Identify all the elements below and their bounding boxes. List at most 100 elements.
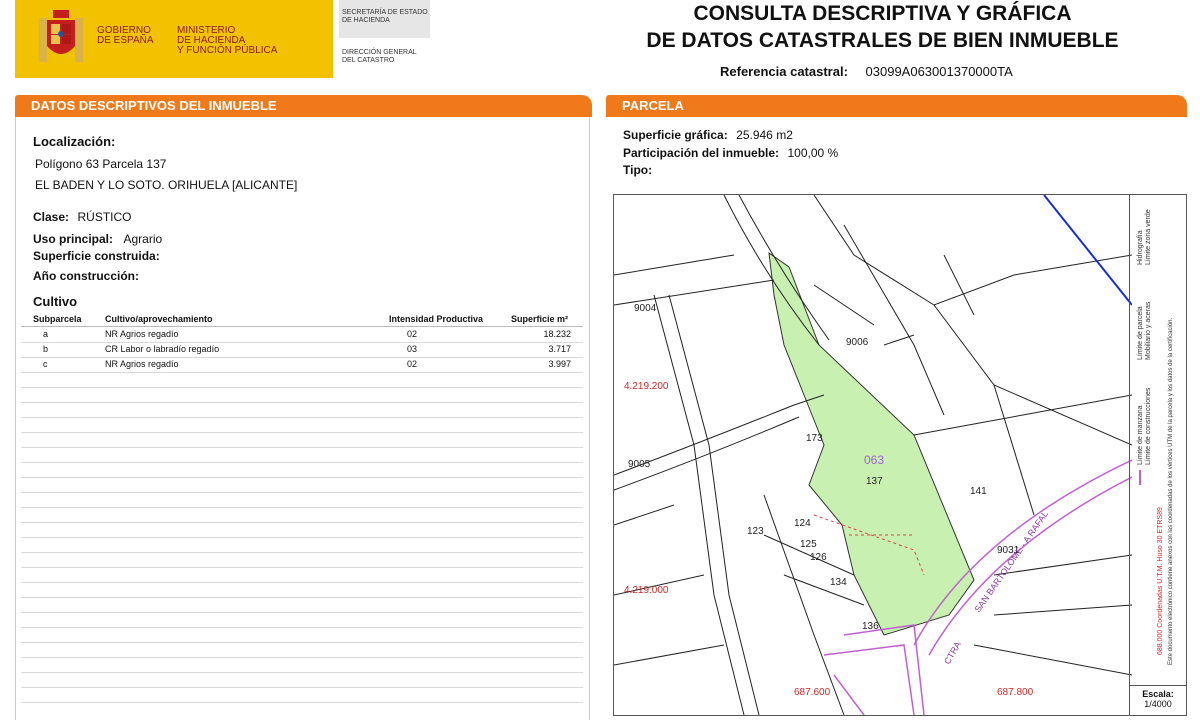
row-intensidad: 02 xyxy=(407,359,418,369)
empty-row-line xyxy=(21,492,583,493)
left-section-header: DATOS DESCRIPTIVOS DEL INMUEBLE xyxy=(15,95,592,117)
uso-label: Uso principal: xyxy=(33,232,114,246)
empty-row-line xyxy=(21,672,583,673)
row-cultivo: NR Agrios regadío xyxy=(105,329,179,339)
uso-value: Agrario xyxy=(123,232,163,246)
row-cultivo: NR Agrios regadío xyxy=(105,359,179,369)
scale-box: Escala: 1/4000 xyxy=(1130,685,1186,715)
secretaria-block: SECRETARÍA DE ESTADO DE HACIENDA xyxy=(339,0,430,38)
map-label-136: 136 xyxy=(862,621,879,632)
col-cultivo: Cultivo/aprovechamiento xyxy=(105,314,213,324)
sup-construida-label: Superficie construida: xyxy=(33,249,160,263)
coat-of-arms-icon xyxy=(39,10,83,62)
clase-label: Clase: xyxy=(33,210,70,224)
map-label-063: 063 xyxy=(864,453,884,467)
empty-row-line xyxy=(21,642,583,643)
anio-label: Año construcción: xyxy=(33,269,140,283)
row-intensidad: 03 xyxy=(407,344,418,354)
ref-value[interactable]: 03099A063001370000TA xyxy=(866,64,1013,79)
sup-grafica-value: 25.946 m2 xyxy=(736,128,793,142)
cadastral-map[interactable]: 9004 9006 9005 173 063 137 141 123 124 1… xyxy=(613,194,1187,716)
clase-value: RÚSTICO xyxy=(77,210,132,224)
sup-grafica-label: Superficie gráfica: xyxy=(623,128,728,142)
map-drawing[interactable]: 9004 9006 9005 173 063 137 141 123 124 1… xyxy=(614,195,1132,715)
empty-row-line xyxy=(21,657,583,658)
legend-line4: Mobiliario y aceras xyxy=(1145,301,1152,360)
coord-label-b: 4.219.000 xyxy=(624,585,669,596)
map-label-137: 137 xyxy=(866,476,883,487)
direccion-block: DIRECCIÓN GENERAL DEL CATASTRO xyxy=(342,49,417,65)
legend-line3: Límite de construcciones xyxy=(1145,387,1152,465)
coord-label-c: 687.600 xyxy=(794,687,831,698)
empty-row-line xyxy=(21,627,583,628)
hydrography-line xyxy=(1043,195,1132,306)
empty-row-line xyxy=(21,582,583,583)
participacion-label: Participación del inmueble: xyxy=(623,146,780,160)
map-label-123: 123 xyxy=(747,526,764,537)
col-intensidad: Intensidad Productiva xyxy=(389,314,484,324)
empty-row-line xyxy=(21,687,583,688)
empty-row-line xyxy=(21,597,583,598)
tipo-label: Tipo: xyxy=(623,163,653,177)
scale-label: Escala: xyxy=(1142,689,1174,699)
empty-row-line xyxy=(21,477,583,478)
table-row: a NR Agrios regadío 02 18.232 xyxy=(21,327,583,343)
map-label-9004: 9004 xyxy=(634,303,657,314)
dir-line2: DEL CATASTRO xyxy=(342,57,395,64)
title-line2: DE DATOS CATASTRALES DE BIEN INMUEBLE xyxy=(646,29,1119,52)
empty-row-line xyxy=(21,417,583,418)
cultivo-table-header: Subparcela Cultivo/aprovechamiento Inten… xyxy=(21,312,583,327)
legend-line2: Límite de parcela xyxy=(1137,306,1144,360)
empty-row-line xyxy=(21,432,583,433)
cultivo-title: Cultivo xyxy=(33,294,78,309)
map-label-125: 125 xyxy=(800,539,817,550)
empty-row-line xyxy=(21,402,583,403)
government-logo-band: GOBIERNO DE ESPAÑA MINISTERIO DE HACIEND… xyxy=(15,0,333,78)
col-subparcela: Subparcela xyxy=(33,314,82,324)
row-superficie: 3.717 xyxy=(548,344,571,354)
map-label-134: 134 xyxy=(830,577,847,588)
row-sub: b xyxy=(43,344,49,354)
location-line1: Polígono 63 Parcela 137 xyxy=(35,157,167,171)
participacion-value: 100,00 % xyxy=(787,146,839,160)
legend-drawing: Límite de manzana Límite de construccion… xyxy=(1137,209,1174,665)
empty-row-line xyxy=(21,567,583,568)
gov-line2: DE ESPAÑA xyxy=(97,35,154,46)
empty-row-line xyxy=(21,552,583,553)
descriptive-data-panel: Localización: Polígono 63 Parcela 137 EL… xyxy=(15,117,590,720)
sec-line2: DE HACIENDA xyxy=(342,17,390,24)
ctra-label: CTRA xyxy=(942,640,963,666)
coord-label-d: 687.800 xyxy=(997,687,1034,698)
map-label-9006: 9006 xyxy=(846,337,869,348)
cadastral-reference: Referencia catastral: 03099A063001370000… xyxy=(720,64,1013,79)
page-title: CONSULTA DESCRIPTIVA Y GRÁFICA DE DATOS … xyxy=(610,0,1155,54)
dir-line1: DIRECCIÓN GENERAL xyxy=(342,49,417,56)
row-superficie: 3.997 xyxy=(548,359,571,369)
empty-row-line xyxy=(21,462,583,463)
parcel-137-area[interactable] xyxy=(768,251,975,636)
empty-row-line xyxy=(21,507,583,508)
table-row: b CR Labor o labradío regadío 03 3.717 xyxy=(21,342,583,358)
row-sub: c xyxy=(43,359,48,369)
right-section-header: PARCELA xyxy=(606,95,1187,117)
localizacion-label: Localización: xyxy=(33,134,116,149)
legend-coords: 688.000 Coordenadas U.T.M. Huso 30 ETRS8… xyxy=(1157,507,1164,655)
legend-line5: Límite zona verde xyxy=(1145,209,1152,265)
row-intensidad: 02 xyxy=(407,329,418,339)
map-label-173: 173 xyxy=(806,433,823,444)
legend-line1: Límite de manzana xyxy=(1137,405,1144,465)
street-label: SAN BARTOLOME - A RAFAL xyxy=(972,509,1050,614)
coord-label-a: 4.219.200 xyxy=(624,381,669,392)
empty-row-line xyxy=(21,522,583,523)
map-label-9005: 9005 xyxy=(628,459,651,470)
empty-row-line xyxy=(21,612,583,613)
empty-row-line xyxy=(21,387,583,388)
map-label-124: 124 xyxy=(794,518,811,529)
empty-row-line xyxy=(21,537,583,538)
ministry-line3: Y FUNCIÓN PÚBLICA xyxy=(177,45,278,56)
empty-row-line xyxy=(21,702,583,703)
empty-row-line xyxy=(21,447,583,448)
row-superficie: 18.232 xyxy=(543,329,571,339)
sec-line1: SECRETARÍA DE ESTADO xyxy=(342,9,428,16)
legend-line6: Hidrografía xyxy=(1137,230,1144,265)
